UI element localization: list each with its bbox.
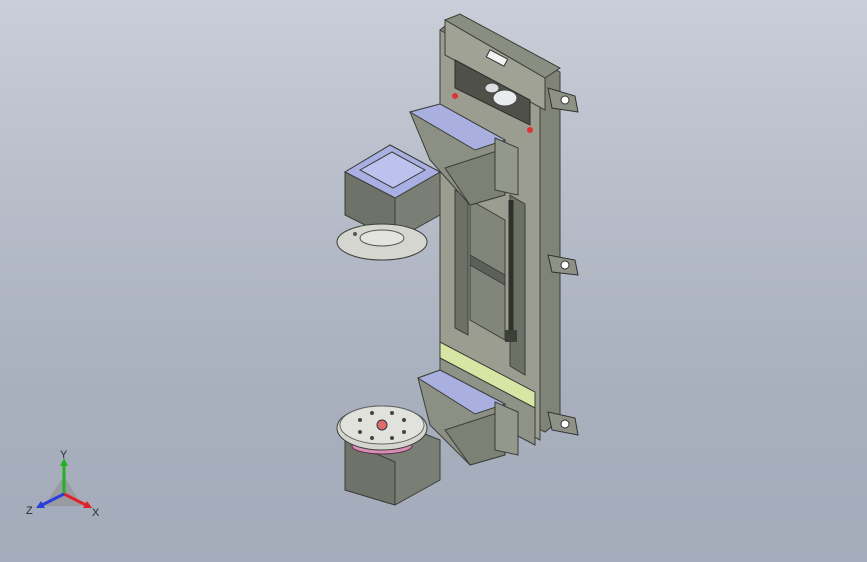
mount-bracket-bottom [547, 411, 579, 436]
y-axis-label: Y [60, 449, 68, 461]
mount-bracket-middle [547, 254, 579, 276]
x-axis-label: X [92, 507, 100, 519]
axis-triad: Y X Z [26, 449, 100, 519]
cad-model-assembly[interactable] [0, 0, 867, 562]
mount-bracket-top [547, 87, 579, 113]
z-axis-label: Z [26, 505, 33, 517]
cad-viewport[interactable]: Y X Z [0, 0, 867, 562]
